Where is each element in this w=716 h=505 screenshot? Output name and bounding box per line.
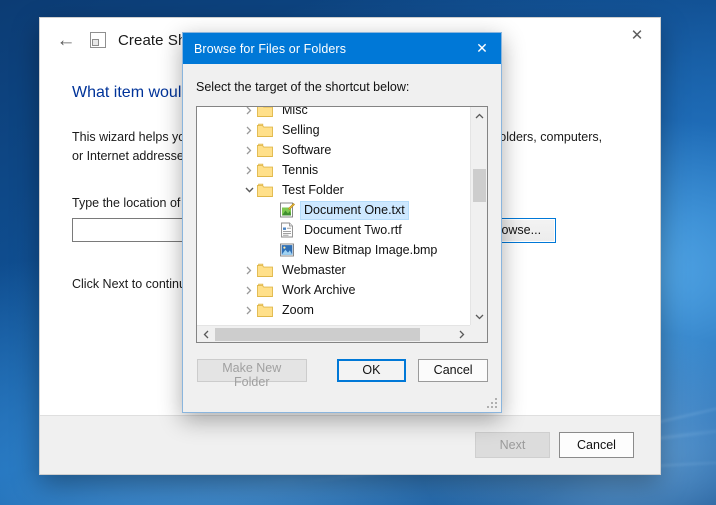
chevron-right-icon[interactable]: [453, 326, 470, 342]
chevron-down-icon[interactable]: [241, 187, 257, 193]
tree-item-label: Tennis: [282, 162, 319, 177]
dialog-titlebar: Browse for Files or Folders ✕: [183, 33, 501, 64]
tree-item-label: Work Archive: [282, 282, 356, 297]
folder-tree-list: Misc Selling Software Tennis Test Folder Docu…: [197, 107, 470, 320]
tree-item-folder[interactable]: Webmaster: [197, 260, 470, 280]
tree-item-file[interactable]: New Bitmap Image.bmp: [197, 240, 470, 260]
chevron-right-icon[interactable]: [241, 107, 257, 115]
vertical-scrollbar[interactable]: [470, 107, 487, 325]
tree-item-file[interactable]: Document Two.rtf: [197, 220, 470, 240]
tree-item-label: New Bitmap Image.bmp: [304, 242, 438, 257]
folder-tree-viewport: Misc Selling Software Tennis Test Folder Docu…: [197, 107, 470, 325]
tree-item-label: Document Two.rtf: [304, 222, 402, 237]
chevron-left-icon[interactable]: [197, 326, 214, 342]
dialog-body: Select the target of the shortcut below:…: [183, 64, 501, 412]
scrollbar-corner: [470, 325, 487, 342]
close-icon[interactable]: ✕: [614, 18, 660, 52]
next-button[interactable]: Next: [475, 432, 550, 458]
bmp-file-icon: [279, 242, 295, 258]
folder-icon: [257, 163, 273, 177]
horizontal-scrollbar-thumb[interactable]: [215, 328, 420, 341]
browse-dialog: Browse for Files or Folders ✕ Select the…: [182, 32, 502, 413]
shortcut-file-icon: [90, 32, 106, 48]
tree-item-folder[interactable]: Misc: [197, 107, 470, 120]
folder-icon: [257, 183, 273, 197]
folder-icon: [257, 283, 273, 297]
chevron-right-icon[interactable]: [241, 166, 257, 175]
horizontal-scrollbar[interactable]: [197, 325, 470, 342]
tree-item-folder[interactable]: Tennis: [197, 160, 470, 180]
vertical-scrollbar-thumb[interactable]: [473, 169, 486, 202]
chevron-right-icon[interactable]: [241, 126, 257, 135]
back-arrow-icon[interactable]: ←: [54, 28, 78, 52]
tree-item-label: Misc: [282, 107, 308, 117]
dialog-prompt: Select the target of the shortcut below:: [196, 80, 410, 94]
tree-item-label: Selling: [282, 122, 320, 137]
tree-item-file[interactable]: Document One.txt: [197, 200, 470, 220]
chevron-right-icon[interactable]: [241, 286, 257, 295]
cancel-button[interactable]: Cancel: [418, 358, 488, 382]
rtf-file-icon: [279, 222, 295, 238]
tree-item-folder[interactable]: Work Archive: [197, 280, 470, 300]
wizard-button-bar: Next Cancel: [40, 415, 660, 474]
tree-item-folder[interactable]: Software: [197, 140, 470, 160]
make-new-folder-button[interactable]: Make New Folder: [197, 358, 307, 389]
chevron-right-icon[interactable]: [241, 306, 257, 315]
txt-file-icon: [279, 202, 295, 218]
wizard-cancel-button[interactable]: Cancel: [559, 432, 634, 458]
tree-item-folder[interactable]: Test Folder: [197, 180, 470, 200]
folder-icon: [257, 143, 273, 157]
folder-icon: [257, 263, 273, 277]
tree-item-label: Zoom: [282, 302, 314, 317]
chevron-right-icon[interactable]: [241, 146, 257, 155]
dialog-title: Browse for Files or Folders: [194, 41, 347, 56]
tree-item-label: Webmaster: [282, 262, 346, 277]
chevron-right-icon[interactable]: [241, 266, 257, 275]
folder-icon: [257, 107, 273, 117]
ok-button[interactable]: OK: [336, 358, 407, 382]
tree-item-folder[interactable]: Selling: [197, 120, 470, 140]
resize-grip[interactable]: [487, 398, 498, 409]
folder-icon: [257, 303, 273, 317]
close-icon[interactable]: ✕: [463, 33, 501, 64]
tree-item-label: Document One.txt: [300, 200, 409, 220]
folder-tree-view[interactable]: Misc Selling Software Tennis Test Folder Docu…: [196, 106, 488, 343]
tree-item-label: Software: [282, 142, 332, 157]
folder-icon: [257, 123, 273, 137]
dialog-button-row: Make New Folder OK Cancel: [196, 343, 488, 397]
chevron-up-icon[interactable]: [471, 107, 487, 124]
chevron-down-icon[interactable]: [471, 308, 487, 325]
tree-item-folder[interactable]: Zoom: [197, 300, 470, 320]
tree-item-label: Test Folder: [282, 182, 344, 197]
